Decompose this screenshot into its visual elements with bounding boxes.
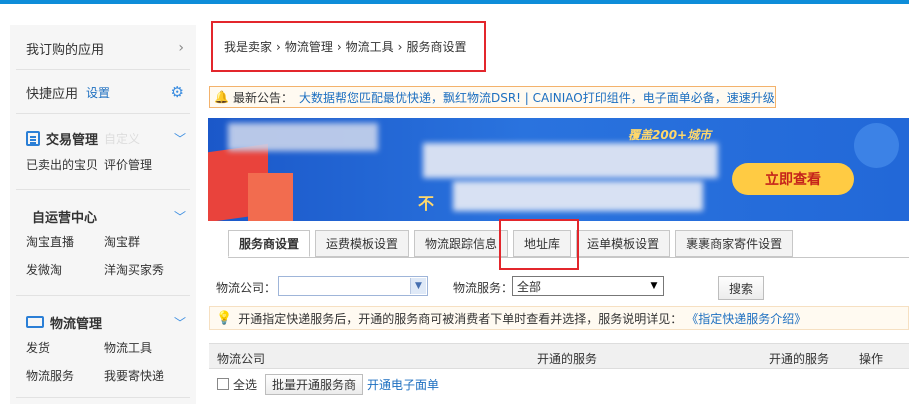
sidebar-item-tools[interactable]: 物流工具 [104,339,152,356]
banner-prefix-text: 不 [418,194,435,213]
bell-icon: 🔔 [214,90,229,104]
select-all-checkbox[interactable] [217,378,229,390]
breadcrumb-item[interactable]: 物流管理 [285,38,333,55]
chevron-down-icon: ▼ [650,281,658,291]
col-action: 操作 [859,352,884,366]
promo-banner[interactable]: 覆盖200+城市 不 立即查看 [208,118,909,221]
sidebar-item-ship[interactable]: 发货 [26,339,50,356]
batch-open-button[interactable]: 批量开通服务商 [265,373,364,395]
banner-view-button[interactable]: 立即查看 [732,163,854,195]
divider [16,397,190,398]
chevron-right-icon: › [276,39,281,54]
search-button[interactable]: 搜索 [718,276,764,300]
announcement-bar: 🔔 最新公告： 大数据帮您匹配最优快递，飘红物流DSR! | CAINIAO打印… [209,86,776,108]
service-select-value: 全部 [517,279,542,294]
select-all-label: 全选 [233,377,258,392]
company-select[interactable]: ▼ [278,276,428,296]
chevron-down-icon: ▼ [410,278,426,294]
trade-customize-link[interactable]: 自定义 [104,130,140,147]
sidebar-item-send-express[interactable]: 我要寄快递 [104,367,164,384]
tab-freight-template[interactable]: 运费模板设置 [315,230,410,257]
chevron-down-icon: ﹀ [173,315,186,330]
chevron-right-icon: › [178,40,184,56]
lightbulb-icon: 💡 [216,310,233,326]
sidebar-section-self-run[interactable]: 自运营中心 ﹀ [10,205,196,227]
company-label: 物流公司： [216,281,277,295]
gear-icon[interactable]: ⚙ [171,83,184,101]
tip-text: 开通指定快递服务后，开通的服务商可被消费者下单时查看并选择，服务说明详见： [238,311,683,326]
tab-service-provider[interactable]: 服务商设置 [228,230,311,257]
breadcrumb: 我是卖家 › 物流管理 › 物流工具 › 服务商设置 [211,21,486,72]
table-header: 物流公司 开通的服务 开通的服务 操作 [209,343,909,369]
tip-link[interactable]: 《指定快递服务介绍》 [686,310,806,327]
divider [16,189,190,190]
chevron-right-icon: › [397,39,403,54]
service-select[interactable]: 全部 ▼ [512,276,664,296]
breadcrumb-item[interactable]: 物流工具 [346,38,394,55]
sidebar-item-group[interactable]: 淘宝群 [104,233,140,250]
tab-waybill-template[interactable]: 运单模板设置 [576,230,671,257]
sidebar: 我订购的应用 › 快捷应用 设置 ⚙ 交易管理 自定义 ﹀ 已卖出的宝贝 评价管… [10,25,196,404]
divider [16,69,190,70]
divider [16,295,190,296]
table-row: 全选 批量开通服务商 开通电子面单 [209,371,909,397]
sidebar-item-review[interactable]: 评价管理 [104,156,152,173]
trade-title: 交易管理 [46,132,99,148]
truck-icon [26,316,44,328]
sidebar-item-weitao[interactable]: 发微淘 [26,261,62,278]
col-company: 物流公司 [217,352,266,366]
sidebar-my-apps[interactable]: 我订购的应用 › [10,35,196,61]
chevron-down-icon: ﹀ [173,131,186,146]
top-accent-bar [0,0,909,4]
sidebar-item-service[interactable]: 物流服务 [26,367,74,384]
sidebar-item-sold[interactable]: 已卖出的宝贝 [26,156,98,173]
banner-decoration [854,123,899,168]
sidebar-my-apps-label: 我订购的应用 [26,42,105,58]
sidebar-quick-apps-label: 快捷应用 [26,86,79,102]
service-label: 物流服务： [453,281,514,295]
quick-apps-settings-link[interactable]: 设置 [86,84,110,101]
open-eface-link[interactable]: 开通电子面单 [367,376,439,393]
highlight-box [499,219,579,270]
info-tip: 💡 开通指定快递服务后，开通的服务商可被消费者下单时查看并选择，服务说明详见： … [209,306,909,330]
announcement-label: 最新公告： [232,90,293,105]
banner-coverage-tag: 覆盖200+城市 [628,128,712,142]
breadcrumb-item[interactable]: 我是卖家 [224,38,272,55]
divider [16,113,190,114]
col-service: 开通的服务 [537,352,598,366]
tab-guoguo-settings[interactable]: 裹裹商家寄件设置 [675,230,794,257]
breadcrumb-current: 服务商设置 [406,40,467,54]
sidebar-section-trade[interactable]: 交易管理 自定义 ﹀ [10,127,196,149]
self-run-title: 自运营中心 [32,210,98,226]
logistics-title: 物流管理 [50,316,103,332]
tab-tracking[interactable]: 物流跟踪信息 [414,230,509,257]
sidebar-quick-apps: 快捷应用 设置 ⚙ [10,79,196,105]
sidebar-item-buyer-show[interactable]: 洋淘买家秀 [104,261,164,278]
sidebar-item-live[interactable]: 淘宝直播 [26,233,74,250]
banner-decoration [248,173,293,221]
sidebar-section-logistics[interactable]: 物流管理 ﹀ [10,311,196,333]
banner-blurred-text [228,123,378,151]
banner-blurred-text [453,181,703,211]
announcement-link[interactable]: 大数据帮您匹配最优快递，飘红物流DSR! | CAINIAO打印组件，电子面单必… [299,89,775,106]
col-service-2: 开通的服务 [769,352,830,366]
trade-icon [26,130,40,146]
chevron-down-icon: ﹀ [173,209,186,224]
banner-blurred-text [423,143,718,178]
chevron-right-icon: › [336,39,342,54]
